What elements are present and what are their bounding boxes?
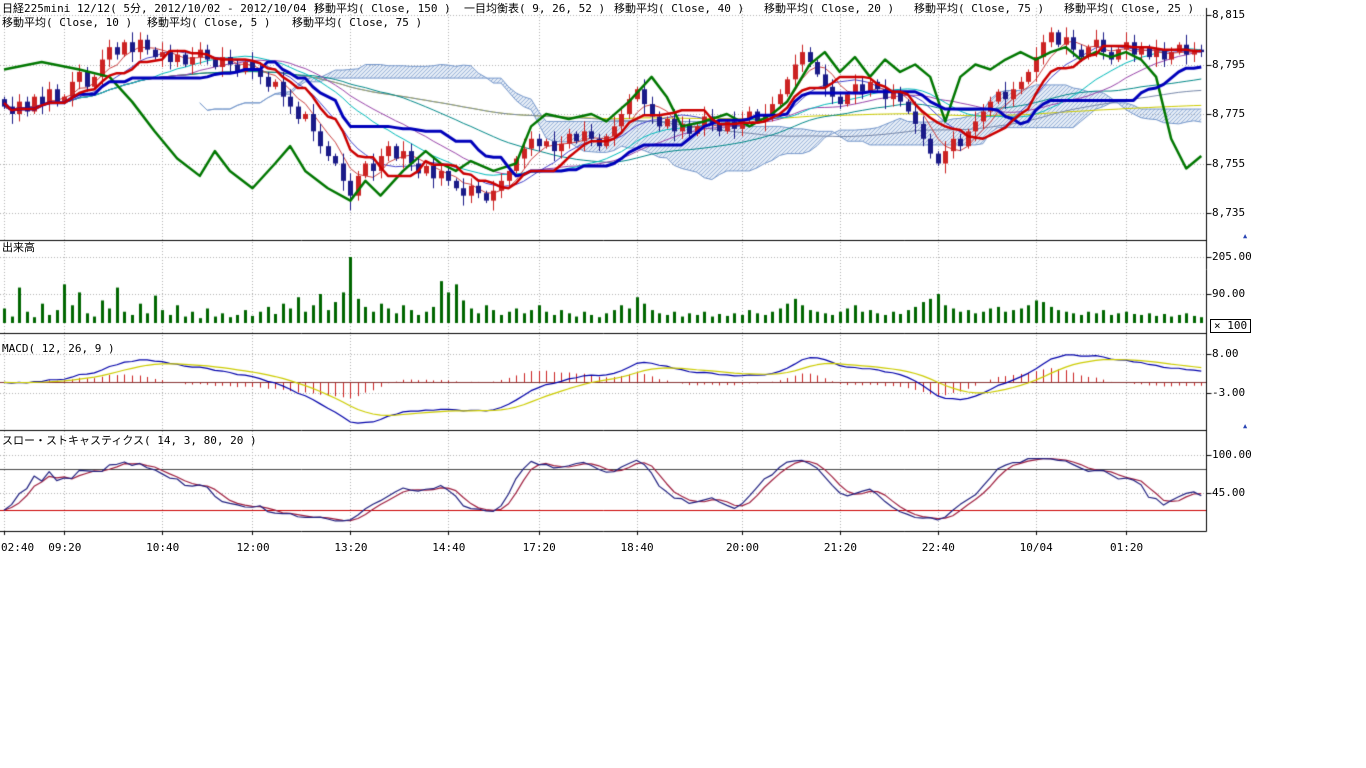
x-axis-label: 17:20 <box>523 542 556 554</box>
chart-title: 日経225mini 12/12( 5分, 2012/10/02 - 2012/1… <box>2 3 314 15</box>
y-axis-label: 45.00 <box>1212 487 1245 499</box>
indicator-legend[interactable]: 移動平均( Close, 5 ) <box>147 17 292 29</box>
x-axis-label: 22:40 <box>922 542 955 554</box>
pane-scroll-up-icon[interactable]: ▲ <box>1243 232 1247 240</box>
pane-scroll-up-icon[interactable]: ▲ <box>1243 422 1247 430</box>
indicator-legend[interactable]: 移動平均( Close, 75 ) <box>292 17 437 29</box>
indicator-legend[interactable]: 移動平均( Close, 40 ) <box>614 3 764 15</box>
y-axis-label: 100.00 <box>1212 449 1252 461</box>
x-axis-label: 09:20 <box>48 542 81 554</box>
x-axis-label: 12:00 <box>236 542 269 554</box>
price-chart-canvas[interactable] <box>0 0 1260 560</box>
indicator-legend[interactable]: 一目均衡表( 9, 26, 52 ) <box>464 3 614 15</box>
chart-application-window: 日経225mini 12/12( 5分, 2012/10/02 - 2012/1… <box>0 0 1366 768</box>
indicator-legend[interactable]: 移動平均( Close, 25 ) <box>1064 3 1214 15</box>
y-axis-label: 8,775 <box>1212 108 1245 120</box>
volume-panel-label: 出来高 <box>2 242 35 254</box>
indicator-legend[interactable]: 移動平均( Close, 20 ) <box>764 3 914 15</box>
x-axis-label: 10/04 <box>1020 542 1053 554</box>
chart-header-row1: 日経225mini 12/12( 5分, 2012/10/02 - 2012/1… <box>2 3 1214 15</box>
x-axis-label: 10:40 <box>146 542 179 554</box>
x-axis-label: 02:40 <box>1 542 34 554</box>
y-axis-label: 205.00 <box>1212 251 1252 263</box>
y-axis-label: -3.00 <box>1212 387 1245 399</box>
x-axis-label: 20:00 <box>726 542 759 554</box>
chart-header-row2: 移動平均( Close, 10 )移動平均( Close, 5 )移動平均( C… <box>2 17 437 29</box>
x-axis-label: 13:20 <box>334 542 367 554</box>
y-axis-label: 8,755 <box>1212 158 1245 170</box>
y-axis-label: 8,795 <box>1212 59 1245 71</box>
y-axis-label: 90.00 <box>1212 288 1245 300</box>
indicator-legend[interactable]: 移動平均( Close, 10 ) <box>2 17 147 29</box>
volume-multiplier-badge: × 100 <box>1210 319 1251 333</box>
indicator-legend[interactable]: 移動平均( Close, 150 ) <box>314 3 464 15</box>
y-axis-label: 8,735 <box>1212 207 1245 219</box>
x-axis-label: 01:20 <box>1110 542 1143 554</box>
x-axis-label: 21:20 <box>824 542 857 554</box>
macd-panel-label[interactable]: MACD( 12, 26, 9 ) <box>2 343 115 355</box>
y-axis-label: 8,815 <box>1212 9 1245 21</box>
stochastic-panel-label[interactable]: スロー・ストキャスティクス( 14, 3, 80, 20 ) <box>2 435 257 447</box>
x-axis-label: 18:40 <box>621 542 654 554</box>
indicator-legend[interactable]: 移動平均( Close, 75 ) <box>914 3 1064 15</box>
x-axis-label: 14:40 <box>432 542 465 554</box>
y-axis-label: 8.00 <box>1212 348 1239 360</box>
